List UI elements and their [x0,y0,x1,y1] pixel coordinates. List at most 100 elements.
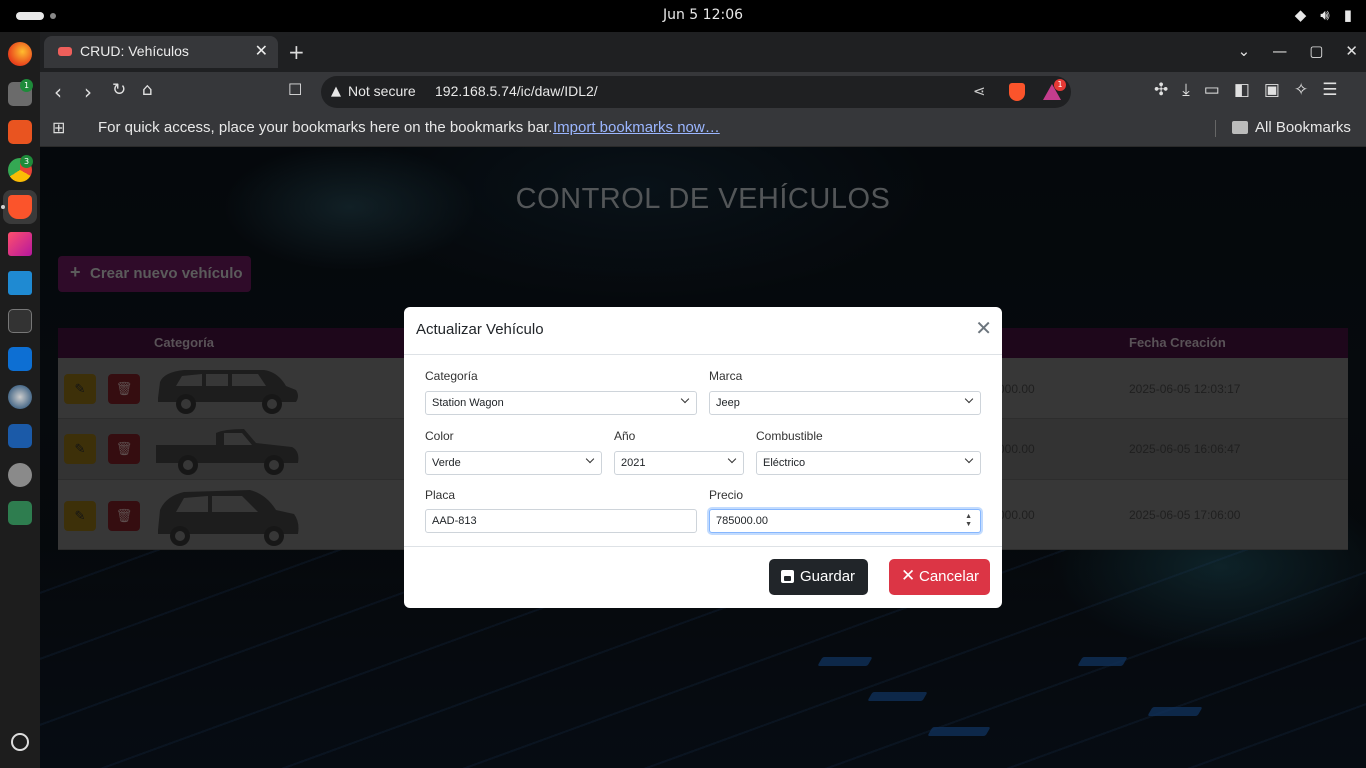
anio-select[interactable]: 2021 [614,451,744,475]
window-close-icon[interactable]: ✕ [1345,42,1358,60]
modal-footer-divider [404,546,1002,547]
home-icon[interactable]: ⌂ [142,80,153,100]
color-select[interactable]: Verde [425,451,602,475]
placa-value: AAD-813 [432,515,477,527]
url-text[interactable]: 192.168.5.74/ic/daw/IDL2/ [435,83,598,99]
anio-label: Año [614,429,636,443]
marca-label: Marca [709,369,743,383]
categoria-label: Categoría [425,369,478,383]
sidebar-icon[interactable]: ◧ [1234,80,1250,100]
system-top-bar: Jun 5 12:06 ◆ 🔊︎ ▮ [0,0,1366,32]
rewards-badge: 1 [1054,79,1066,91]
new-tab-icon[interactable]: + [288,40,305,64]
maximize-icon[interactable]: ▢ [1309,42,1323,60]
show-apps-icon[interactable] [11,733,29,751]
tab-close-icon[interactable]: ✕ [255,41,268,60]
tab-crud-vehiculos[interactable]: CRUD: Vehículos ✕ [44,36,278,68]
cast-icon[interactable]: ▭ [1204,80,1220,100]
combustible-select[interactable]: Eléctrico [756,451,981,475]
files-badge: 1 [20,79,33,92]
back-icon[interactable]: ‹ [54,80,62,104]
combustible-value: Eléctrico [763,457,806,469]
reload-icon[interactable]: ↻ [112,80,126,100]
categoria-value: Station Wagon [432,397,504,409]
terminal-icon[interactable] [8,309,32,333]
settings-icon[interactable] [8,463,32,487]
forward-icon[interactable]: › [84,80,92,104]
chevron-down-icon [964,394,974,404]
system-tray[interactable]: ◆ 🔊︎ ▮ [1295,6,1352,24]
slack-icon[interactable] [8,232,32,256]
window-controls: ⌄ — ▢ ✕ [1238,42,1358,60]
wallet-icon[interactable]: ▣ [1264,80,1280,100]
import-bookmarks-link[interactable]: Import bookmarks now… [553,119,720,136]
trash-icon[interactable] [8,501,32,525]
chrome-badge: 3 [20,155,33,168]
tab-search-chevron-icon[interactable]: ⌄ [1238,42,1251,60]
vscode-icon[interactable] [8,271,32,295]
wifi-icon: ◆ [1294,6,1307,24]
chevron-down-icon [727,454,737,464]
cancel-button[interactable]: ✕ Cancelar [889,559,990,595]
database-tool-icon[interactable] [8,424,32,448]
color-value: Verde [432,457,461,469]
apps-grid-icon[interactable]: ⊞ [52,118,65,138]
bookmarks-message: For quick access, place your bookmarks h… [98,119,553,136]
firefox-icon[interactable] [8,42,32,66]
modal-header: Actualizar Vehículo ✕ [404,307,1002,355]
precio-input[interactable]: 785000.00 ▲ ▼ [709,509,981,533]
toolbar-actions: ✣ ⤓ ▭ ◧ ▣ ✧ ☰ [1154,80,1337,100]
placa-label: Placa [425,488,456,502]
placa-input[interactable]: AAD-813 [425,509,697,533]
modal-close-icon[interactable]: ✕ [975,319,992,339]
share-icon[interactable]: ⋖ [973,82,986,100]
dock: 1 3 [0,32,40,768]
download-icon[interactable]: ⤓ [1182,80,1190,100]
precio-value: 785000.00 [716,515,768,527]
volume-icon: 🔊︎ [1320,6,1330,24]
bookmarks-divider [1215,120,1216,137]
all-bookmarks-button[interactable]: All Bookmarks [1255,119,1351,136]
combustible-label: Combustible [756,429,823,443]
close-icon: ✕ [901,566,916,585]
marca-select[interactable]: Jeep [709,391,981,415]
app-center-icon[interactable] [8,120,32,144]
categoria-select[interactable]: Station Wagon [425,391,697,415]
floppy-disk-icon [781,570,794,583]
chevron-down-icon [680,394,690,404]
warning-icon[interactable]: ▲ [331,84,341,99]
bookmark-icon[interactable]: ☐ [288,80,302,99]
number-spinner-icon[interactable]: ▲ ▼ [965,513,972,529]
chevron-down-icon [585,454,595,464]
tab-strip: CRUD: Vehículos ✕ + ⌄ — ▢ ✕ [40,32,1366,72]
browser-toolbar: ‹ › ↻ ⌂ ☐ ▲ Not secure 192.168.5.74/ic/d… [40,72,1366,112]
marca-value: Jeep [716,397,740,409]
tab-title: CRUD: Vehículos [80,43,189,59]
save-button[interactable]: Guardar [769,559,868,595]
address-bar[interactable]: ▲ Not secure 192.168.5.74/ic/daw/IDL2/ ⋖… [321,76,1071,108]
anio-value: 2021 [621,457,646,469]
modal-title: Actualizar Vehículo [416,321,544,338]
extensions-icon[interactable]: ✣ [1154,80,1168,100]
desktop: Jun 5 12:06 ◆ 🔊︎ ▮ 1 3 CRUD: Vehículos ✕… [0,0,1366,768]
security-status[interactable]: Not secure [348,83,416,99]
folder-icon [1232,121,1248,134]
save-label: Guardar [800,568,856,585]
remote-desktop-icon[interactable] [8,347,32,371]
battery-icon: ▮ [1343,6,1352,24]
car-favicon-icon [58,47,72,56]
cancel-label: Cancelar [919,568,980,585]
color-label: Color [425,429,454,443]
brave-icon[interactable] [8,195,32,219]
leo-ai-icon[interactable]: ✧ [1294,80,1308,100]
update-vehicle-modal: Actualizar Vehículo ✕ Categoría Station … [404,307,1002,608]
menu-icon[interactable]: ☰ [1322,80,1337,100]
system-clock[interactable]: Jun 5 12:06 [0,7,1366,23]
disk-utility-icon[interactable] [8,385,32,409]
precio-label: Precio [709,488,744,502]
brave-running-indicator [1,205,5,209]
chevron-down-icon [964,454,974,464]
minimize-icon[interactable]: — [1272,42,1287,60]
bookmarks-bar: ⊞ For quick access, place your bookmarks… [40,112,1366,147]
brave-shields-icon[interactable] [1009,83,1025,101]
